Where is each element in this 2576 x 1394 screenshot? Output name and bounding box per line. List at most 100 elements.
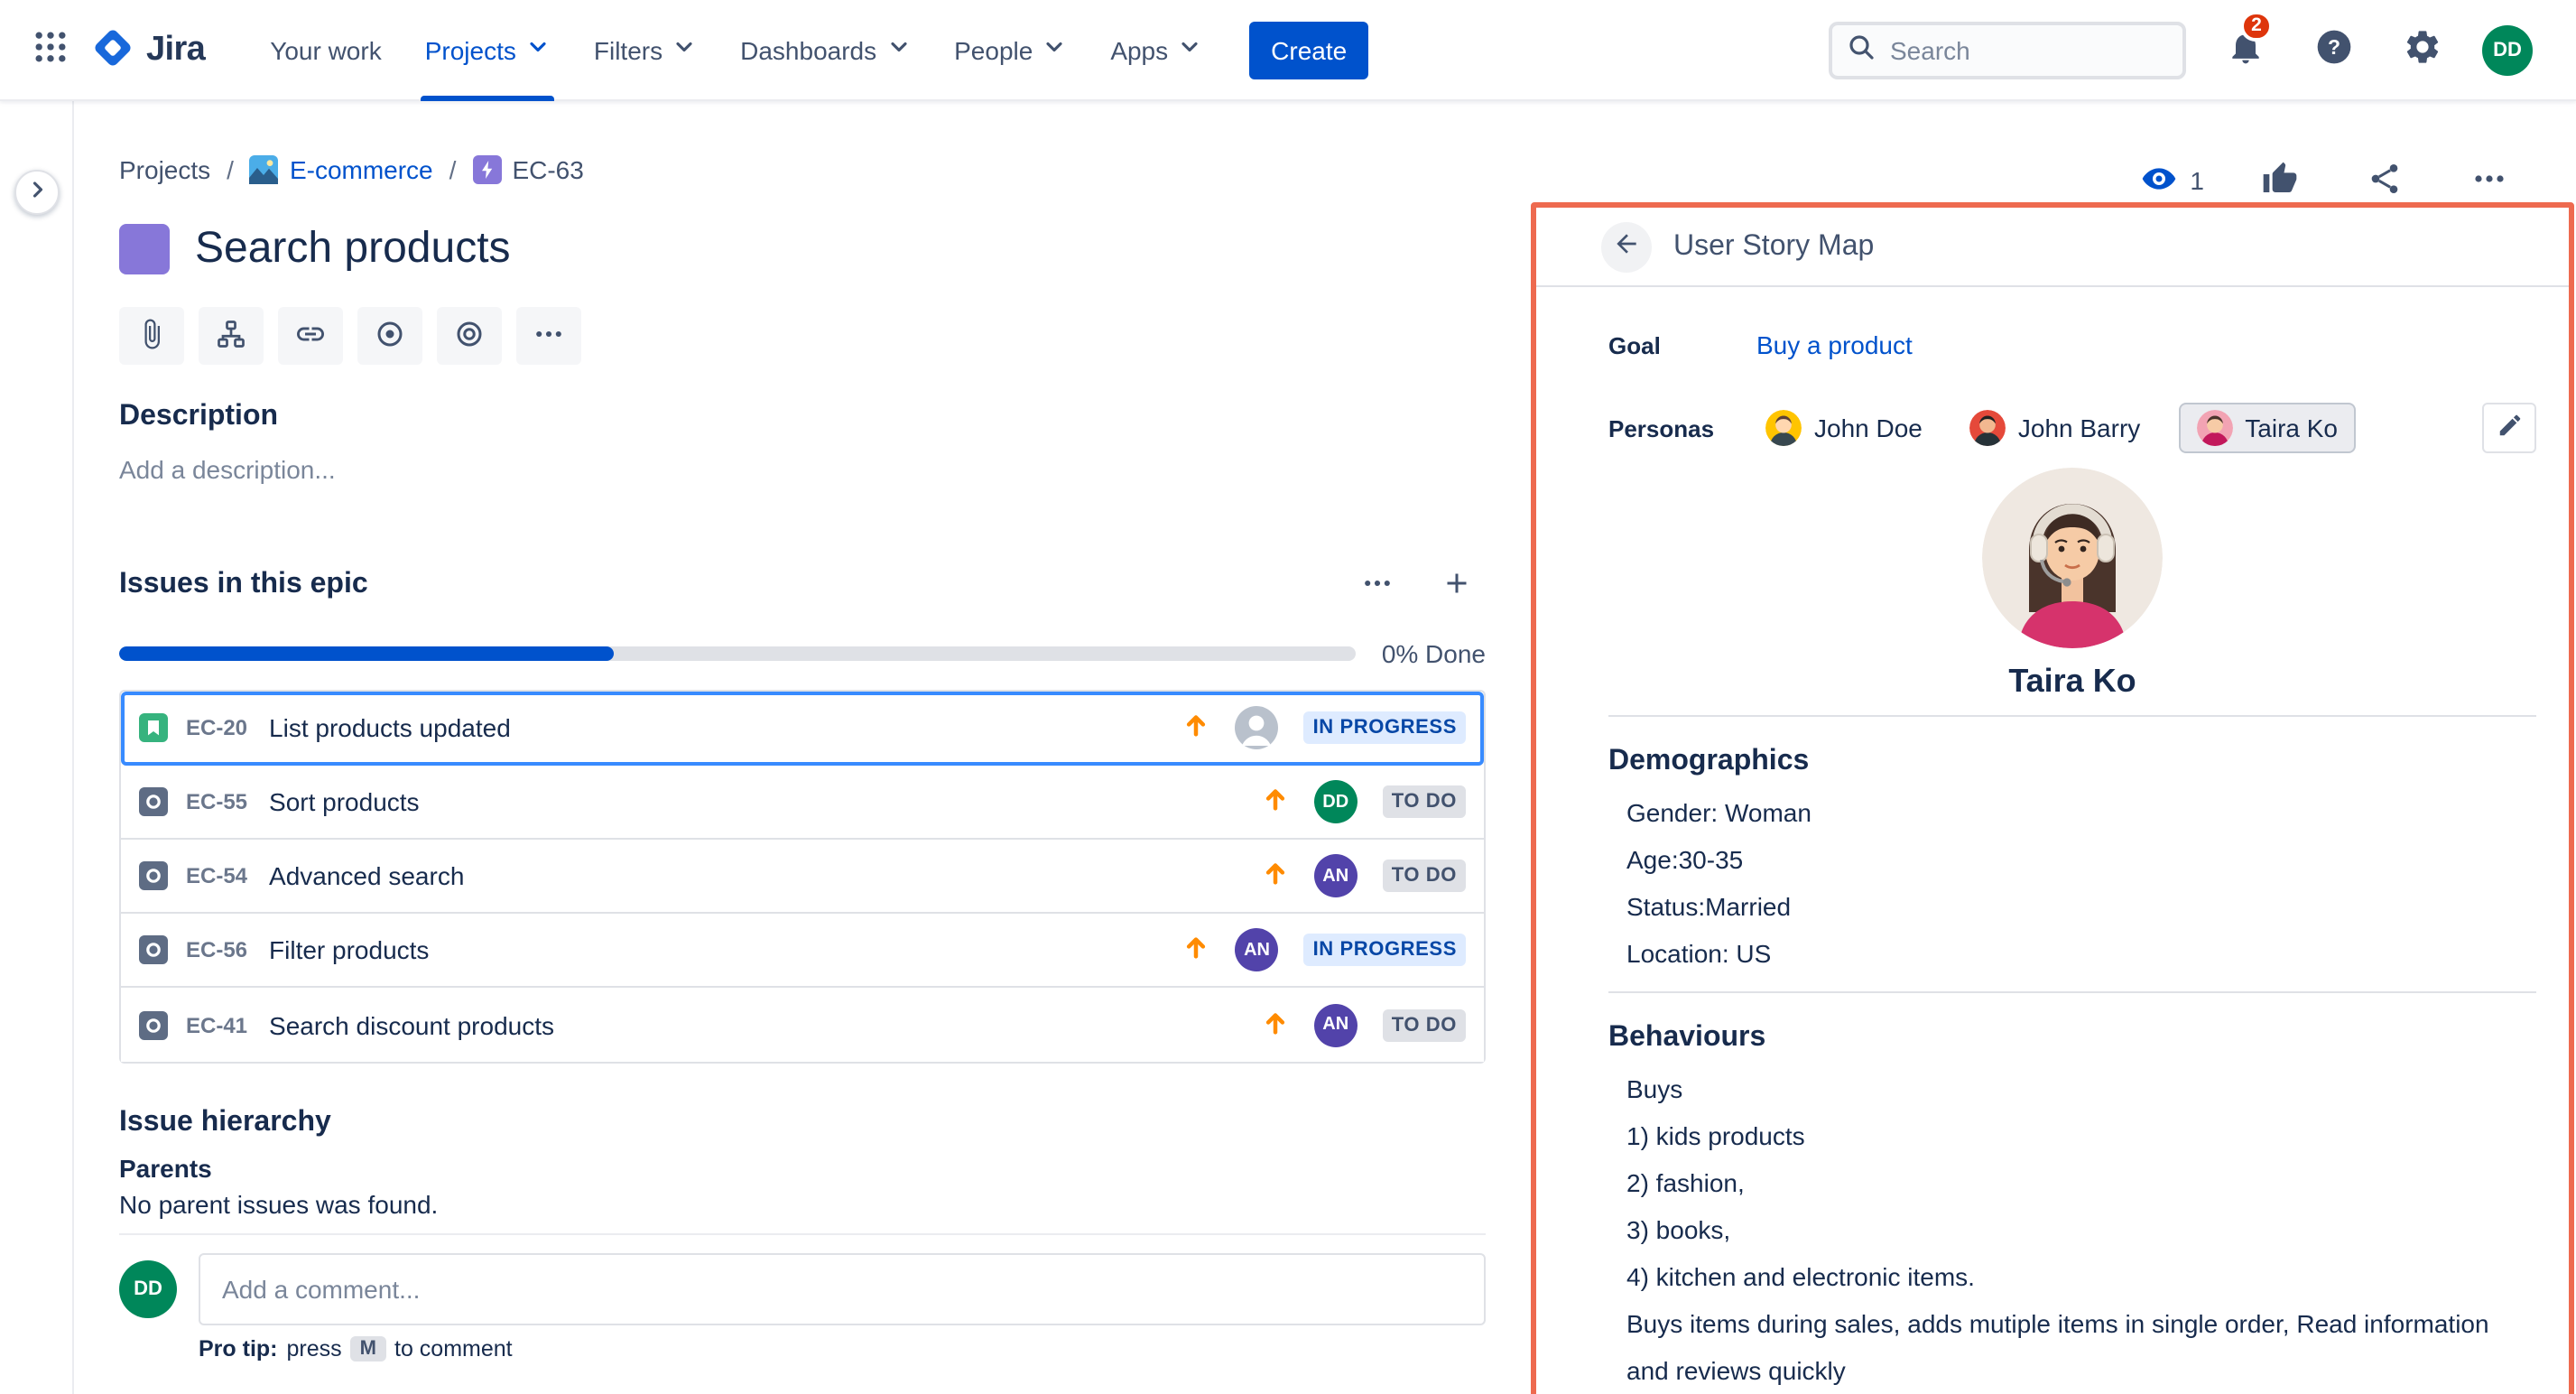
- breadcrumb-projects[interactable]: Projects: [119, 155, 210, 184]
- global-search[interactable]: [1829, 21, 2186, 79]
- page-title: Search products: [195, 224, 511, 274]
- edit-personas-button[interactable]: [2482, 403, 2536, 453]
- issue-summary[interactable]: Search discount products: [269, 1010, 1262, 1039]
- assignee-avatar[interactable]: AN: [1314, 1003, 1357, 1046]
- issue-key[interactable]: EC-55: [186, 789, 247, 814]
- goal-label: Goal: [1608, 331, 1756, 358]
- toolbar-more-button[interactable]: [516, 307, 581, 365]
- more-horizontal-icon: [2471, 160, 2507, 201]
- nav-filters[interactable]: Filters: [572, 0, 718, 100]
- epic-type-icon: [472, 155, 501, 184]
- description-placeholder[interactable]: Add a description...: [119, 455, 1486, 484]
- scope-button[interactable]: [357, 307, 422, 365]
- settings-button[interactable]: [2394, 21, 2451, 79]
- nav-your-work[interactable]: Your work: [248, 0, 403, 100]
- help-icon: ?: [2314, 27, 2354, 72]
- nav-label: Dashboards: [740, 35, 876, 64]
- app-switcher-button[interactable]: [22, 21, 79, 79]
- issue-row[interactable]: EC-54 Advanced search AN TO DO: [121, 840, 1484, 914]
- status-badge[interactable]: IN PROGRESS: [1304, 934, 1466, 966]
- persona-portrait: [1982, 468, 2163, 648]
- goal-link[interactable]: Buy a product: [1756, 330, 1913, 359]
- more-horizontal-icon: [533, 317, 565, 355]
- assignee-avatar[interactable]: DD: [1314, 780, 1357, 823]
- user-avatar[interactable]: DD: [2482, 24, 2533, 75]
- panel-header: User Story Map: [1536, 208, 2569, 287]
- breadcrumb-separator: /: [227, 155, 234, 184]
- link-issue-button[interactable]: [278, 307, 343, 365]
- jira-logo-text: Jira: [146, 30, 205, 70]
- share-button[interactable]: [2356, 152, 2414, 209]
- issue-summary[interactable]: Sort products: [269, 787, 1262, 816]
- jira-logo[interactable]: Jira: [90, 24, 205, 75]
- goal-row: Goal Buy a product: [1608, 330, 2536, 359]
- nav-projects[interactable]: Projects: [403, 0, 572, 100]
- breadcrumb-project[interactable]: E-commerce: [250, 155, 433, 184]
- chevron-right-icon: [24, 177, 50, 208]
- issue-key[interactable]: EC-54: [186, 863, 247, 888]
- nav-label: People: [954, 35, 1033, 64]
- parents-label: Parents: [119, 1154, 1486, 1183]
- watchers-button[interactable]: 1: [2141, 160, 2204, 201]
- epic-issues-more-button[interactable]: [1348, 556, 1406, 614]
- issue-row[interactable]: EC-56 Filter products AN IN PROGRESS: [121, 914, 1484, 988]
- description-heading: Description: [119, 401, 1486, 433]
- issue-summary[interactable]: Filter products: [269, 935, 1183, 964]
- notifications-button[interactable]: 2: [2217, 21, 2275, 79]
- expand-sidebar-button[interactable]: [14, 170, 60, 215]
- chevron-down-icon: [1042, 34, 1067, 65]
- nav-people[interactable]: People: [932, 0, 1089, 100]
- issue-key[interactable]: EC-56: [186, 937, 247, 962]
- arrow-left-icon: [1612, 229, 1641, 264]
- issue-summary[interactable]: List products updated: [269, 713, 1183, 742]
- more-actions-button[interactable]: [2460, 152, 2518, 209]
- persona-chip-john-barry[interactable]: John Barry: [1960, 403, 2149, 453]
- issue-row[interactable]: EC-20 List products updated IN PROGRESS: [121, 692, 1484, 766]
- priority-up-icon: [1183, 934, 1210, 966]
- comment-input[interactable]: [199, 1253, 1486, 1325]
- epic-progress: 0% Done: [119, 639, 1486, 668]
- watch-eye-icon: [2141, 160, 2177, 201]
- target-button[interactable]: [437, 307, 502, 365]
- status-badge[interactable]: TO DO: [1383, 1008, 1466, 1041]
- task-type-icon: [139, 1010, 168, 1039]
- add-issue-button[interactable]: [1428, 556, 1486, 614]
- project-avatar-icon: [250, 155, 279, 184]
- like-button[interactable]: [2251, 152, 2309, 209]
- assignee-avatar[interactable]: AN: [1236, 928, 1279, 971]
- user-story-map-panel: User Story Map Goal Buy a product Person…: [1531, 202, 2574, 1394]
- behaviour-item: Buys items during sales, adds mutiple it…: [1626, 1300, 2536, 1394]
- demographics-heading: Demographics: [1608, 746, 2536, 778]
- top-navbar: Jira Your work Projects Filters Dashboar…: [0, 0, 2576, 101]
- unassigned-avatar[interactable]: [1236, 706, 1279, 749]
- status-badge[interactable]: TO DO: [1383, 785, 1466, 818]
- priority-up-icon: [1262, 860, 1289, 892]
- persona-chip-john-doe[interactable]: John Doe: [1756, 403, 1932, 453]
- navbar-right: 2 ? DD: [1829, 21, 2533, 79]
- search-input[interactable]: [1890, 35, 2168, 64]
- status-badge[interactable]: IN PROGRESS: [1304, 711, 1466, 744]
- demographic-item: Age:30-35: [1626, 836, 2536, 883]
- persona-chip-taira-ko[interactable]: Taira Ko: [2178, 403, 2356, 453]
- create-button[interactable]: Create: [1249, 21, 1368, 79]
- persona-avatar-icon: [2196, 410, 2232, 446]
- nav-dashboards[interactable]: Dashboards: [718, 0, 932, 100]
- nav-label: Apps: [1110, 35, 1168, 64]
- help-button[interactable]: ?: [2305, 21, 2363, 79]
- issue-row[interactable]: EC-41 Search discount products AN TO DO: [121, 988, 1484, 1062]
- attach-button[interactable]: [119, 307, 184, 365]
- add-child-issue-button[interactable]: [199, 307, 264, 365]
- persona-avatar-icon: [1969, 410, 2006, 446]
- breadcrumb-issue[interactable]: EC-63: [472, 155, 583, 184]
- breadcrumb-separator: /: [449, 155, 457, 184]
- behaviour-item: Buys: [1626, 1065, 2536, 1112]
- issue-summary[interactable]: Advanced search: [269, 861, 1262, 890]
- issue-row[interactable]: EC-55 Sort products DD TO DO: [121, 766, 1484, 840]
- issue-key[interactable]: EC-20: [186, 715, 247, 740]
- status-badge[interactable]: TO DO: [1383, 860, 1466, 892]
- nav-apps[interactable]: Apps: [1089, 0, 1224, 100]
- issue-key[interactable]: EC-41: [186, 1012, 247, 1037]
- assignee-avatar[interactable]: AN: [1314, 854, 1357, 897]
- demographic-item: Status:Married: [1626, 883, 2536, 930]
- panel-back-button[interactable]: [1601, 221, 1652, 272]
